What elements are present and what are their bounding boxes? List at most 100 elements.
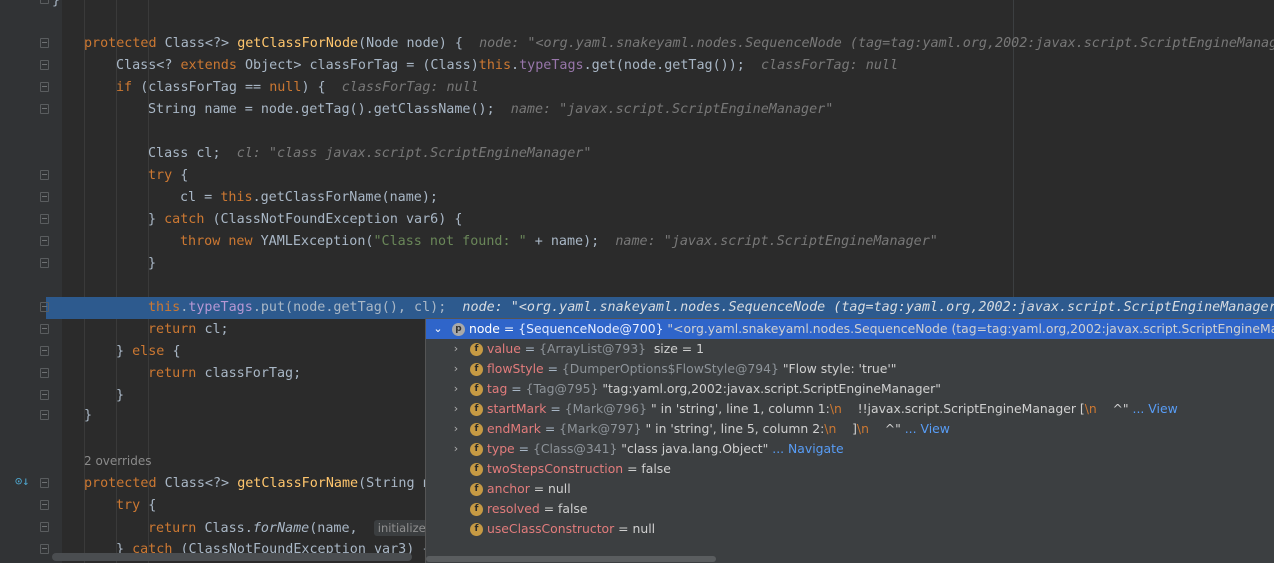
debug-variable-row[interactable]: f twoStepsConstruction = false xyxy=(426,459,1274,479)
fold-marker-icon[interactable] xyxy=(40,478,49,488)
fold-marker-icon[interactable] xyxy=(40,60,49,70)
field-icon: f xyxy=(470,503,483,516)
code-line[interactable]: Class<? extends Object> classForTag = (C… xyxy=(0,55,1274,77)
code-line[interactable]: throw new YAMLException("Class not found… xyxy=(0,231,1274,253)
editor-horizontal-scrollbar[interactable] xyxy=(52,553,412,561)
expand-chevron-icon[interactable]: › xyxy=(450,419,462,439)
collapse-chevron-icon[interactable]: ⌄ xyxy=(432,319,444,339)
code-token: (classForTag == xyxy=(140,80,270,95)
code-token: else xyxy=(132,344,173,359)
debug-variable-row[interactable]: › f tag = {Tag@795} "tag:yaml.org,2002:jav… xyxy=(426,379,1274,399)
code-line[interactable]: cl = this.getClassForName(name); xyxy=(0,187,1274,209)
fold-marker-icon[interactable] xyxy=(40,346,49,356)
variable-value: " in 'string', line 1, column 1: xyxy=(647,401,830,416)
expand-chevron-icon[interactable]: › xyxy=(450,379,462,399)
fold-marker-icon[interactable] xyxy=(40,544,49,554)
code-token: protected xyxy=(84,36,165,51)
code-line[interactable]: try { xyxy=(0,165,1274,187)
fold-marker-icon[interactable] xyxy=(40,192,49,202)
code-token: YAMLException( xyxy=(260,234,374,249)
fold-marker-icon[interactable] xyxy=(40,170,49,180)
fold-marker-icon[interactable] xyxy=(40,82,49,92)
expand-chevron-icon[interactable]: › xyxy=(450,359,462,379)
fold-marker-icon[interactable] xyxy=(40,368,49,378)
inline-debug-value: cl: "class javax.script.ScriptEngineMana… xyxy=(236,146,592,161)
debug-variable-row[interactable]: › f endMark = {Mark@797} " in 'string', li… xyxy=(426,419,1274,439)
code-line[interactable] xyxy=(0,275,1274,297)
value-link[interactable]: ... View xyxy=(901,421,950,436)
variable-value: "class java.lang.Object" xyxy=(617,441,769,456)
code-line[interactable]: String name = node.getTag().getClassName… xyxy=(0,99,1274,121)
popup-scrollbar-thumb[interactable] xyxy=(426,556,716,562)
code-token: Object> classForTag = (Class) xyxy=(245,58,479,73)
code-token: } xyxy=(52,0,61,8)
inline-debug-value: node: "<org.yaml.snakeyaml.nodes.Sequenc… xyxy=(479,36,1274,51)
code-line[interactable]: protected Class<?> getClassForNode(Node … xyxy=(0,33,1274,55)
debug-variable-row[interactable]: › f startMark = {Mark@796} " in 'string', … xyxy=(426,399,1274,419)
code-token: Class<?> xyxy=(164,36,238,51)
code-token: return xyxy=(148,366,205,381)
code-line[interactable]: Class cl; cl: "class javax.script.Script… xyxy=(0,143,1274,165)
variable-name: endMark xyxy=(487,421,541,436)
override-marker-icon[interactable]: ⊙↓ xyxy=(15,474,31,488)
fold-marker-icon[interactable] xyxy=(40,390,49,400)
code-token: Class<?> xyxy=(164,476,238,491)
variable-value: = false xyxy=(623,461,671,476)
current-execution-line[interactable]: this.typeTags.put(node.getTag(), cl); no… xyxy=(46,297,1274,319)
code-token: try xyxy=(116,498,149,513)
overrides-hint[interactable]: 2 overrides xyxy=(84,454,152,468)
code-line[interactable]: if (classForTag == null) { classForTag: … xyxy=(0,77,1274,99)
debug-variable-row[interactable]: f useClassConstructor = null xyxy=(426,519,1274,539)
debug-variable-row[interactable]: ⌄ p node = {SequenceNode@700} "<org.yaml.s… xyxy=(426,319,1274,339)
fold-marker-icon[interactable] xyxy=(40,302,49,312)
popup-scrollbar[interactable] xyxy=(426,555,1274,563)
fold-marker-icon[interactable] xyxy=(40,410,49,420)
code-token: (String n xyxy=(358,476,431,491)
code-token: Class cl; xyxy=(148,146,237,161)
code-token: if xyxy=(116,80,141,95)
debug-variable-row[interactable]: › f flowStyle = {DumperOptions$FlowStyle@7… xyxy=(426,359,1274,379)
inline-debug-value: name: "javax.script.ScriptEngineManager" xyxy=(510,102,834,117)
expand-chevron-icon[interactable]: › xyxy=(450,399,462,419)
code-token: getClassForNode xyxy=(237,36,359,51)
debug-variable-row[interactable]: f resolved = false xyxy=(426,499,1274,519)
field-icon: f xyxy=(470,343,483,356)
code-token: cl; xyxy=(204,322,229,337)
fold-marker-icon[interactable] xyxy=(40,500,49,510)
variable-value: ] xyxy=(836,421,857,436)
fold-marker-icon[interactable] xyxy=(40,214,49,224)
fold-marker-icon[interactable] xyxy=(40,522,49,532)
fold-marker-icon[interactable] xyxy=(40,104,49,114)
code-token: try xyxy=(148,168,181,183)
variable-name: startMark xyxy=(487,401,547,416)
value-link[interactable]: ... Navigate xyxy=(768,441,843,456)
escape-sequence: \n xyxy=(829,401,842,416)
fold-marker-icon[interactable] xyxy=(40,38,49,48)
debug-variable-row[interactable]: f anchor = null xyxy=(426,479,1274,499)
inline-debug-value: node: "<org.yaml.snakeyaml.nodes.Sequenc… xyxy=(462,300,1274,315)
code-line[interactable]: } xyxy=(0,253,1274,275)
debug-variable-row[interactable]: › f value = {ArrayList@793} size = 1 xyxy=(426,339,1274,359)
fold-marker-icon[interactable] xyxy=(40,236,49,246)
code-token: { xyxy=(148,498,157,513)
code-token: this xyxy=(148,300,181,315)
expand-chevron-icon[interactable]: › xyxy=(450,439,462,459)
fold-marker-icon[interactable] xyxy=(40,258,49,268)
code-line[interactable]: } xyxy=(0,0,1274,12)
variable-type: {Mark@797} xyxy=(559,421,642,436)
variable-type: {ArrayList@793} xyxy=(539,341,646,356)
value-link[interactable]: ... View xyxy=(1129,401,1178,416)
fold-marker-icon[interactable] xyxy=(40,0,49,4)
variable-name: node xyxy=(469,321,500,336)
debug-variables-popup[interactable]: f useClassConstructor = null f resolved = f… xyxy=(425,318,1274,563)
expand-chevron-icon[interactable]: › xyxy=(450,339,462,359)
fold-marker-icon[interactable] xyxy=(40,324,49,334)
code-token: typeTags xyxy=(188,300,253,315)
code-line[interactable] xyxy=(0,121,1274,143)
variable-name: tag xyxy=(487,381,508,396)
variable-value: "Flow style: 'true'" xyxy=(778,361,897,376)
variable-name: twoStepsConstruction xyxy=(487,461,624,476)
code-line[interactable]: } catch (ClassNotFoundException var6) { xyxy=(0,209,1274,231)
code-token: ) { xyxy=(301,80,342,95)
debug-variable-row[interactable]: › f type = {Class@341} "class java.lang.Ob… xyxy=(426,439,1274,459)
